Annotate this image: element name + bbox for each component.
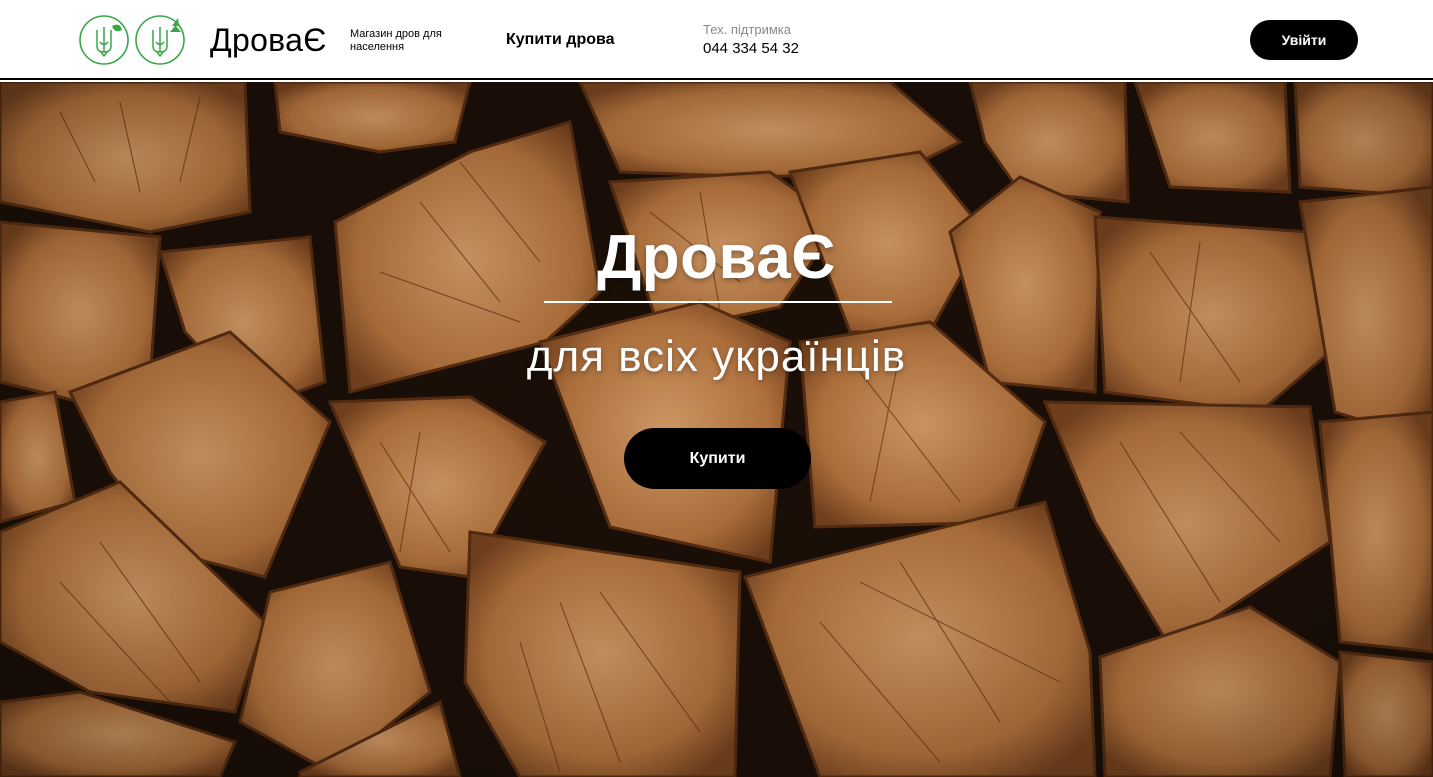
site-header: ДроваЄ Магазин дров для населення Купити… <box>0 0 1433 80</box>
hero-subtitle: для всіх українців <box>526 332 907 381</box>
support-label: Тех. підтримка <box>703 22 791 37</box>
support-phone[interactable]: 044 334 54 32 <box>703 39 799 58</box>
hero-title: ДроваЄ <box>597 223 836 292</box>
trident-leaf-emblem-icon[interactable] <box>78 14 130 66</box>
nav-buy-wood-link[interactable]: Купити дрова <box>506 30 615 50</box>
hero-section: ДроваЄ для всіх українців Купити <box>0 82 1433 777</box>
login-button[interactable]: Увійти <box>1250 20 1358 60</box>
brand-tagline: Магазин дров для населення <box>350 28 442 53</box>
brand-name[interactable]: ДроваЄ <box>210 20 327 60</box>
buy-button[interactable]: Купити <box>624 428 811 489</box>
trident-tree-emblem-icon[interactable] <box>134 14 186 66</box>
hero-divider <box>544 301 892 303</box>
